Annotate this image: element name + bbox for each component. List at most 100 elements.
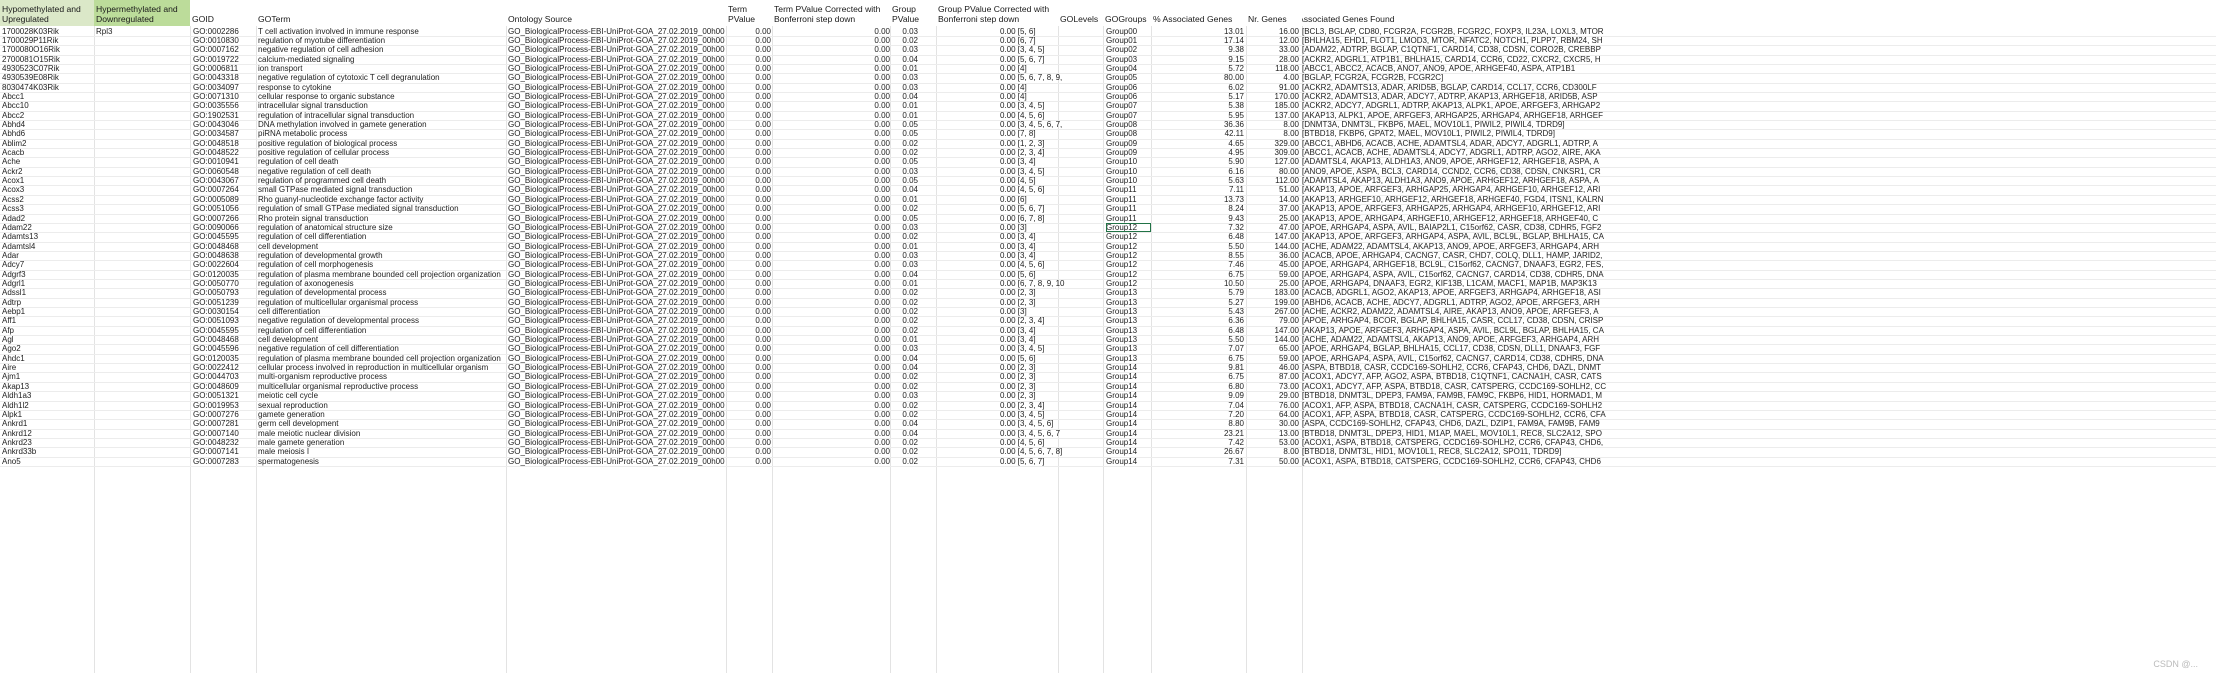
table-row[interactable]: Ankrd33b GO:0007141 male meiosis I GO_Biolo… — [0, 447, 2216, 456]
table-cell[interactable]: GO_BiologicalProcess-EBI-UniProt-GOA_27.… — [508, 83, 726, 92]
table-cell[interactable]: 7.31 — [1152, 457, 1244, 466]
table-cell[interactable]: 36.36 — [1152, 120, 1244, 129]
table-cell[interactable]: 23.21 — [1152, 429, 1244, 438]
table-row[interactable]: Ablim2 GO:0048518 positive regulation of b… — [0, 139, 2216, 148]
table-cell[interactable]: 0.00 — [727, 382, 771, 391]
table-cell[interactable]: 0.00 — [773, 204, 890, 213]
table-cell[interactable]: 0.00 — [773, 176, 890, 185]
table-cell[interactable]: 64.00 — [1246, 410, 1299, 419]
table-cell[interactable]: GO:0048232 — [193, 438, 253, 447]
table-cell[interactable]: 5.50 — [1152, 242, 1244, 251]
table-cell[interactable]: regulation of cell differentiation — [258, 326, 503, 335]
table-row[interactable]: Ago2 GO:0045596 negative regulation of cel… — [0, 344, 2216, 353]
table-cell[interactable]: 0.04 — [890, 270, 918, 279]
table-cell[interactable]: 0.00 — [727, 307, 771, 316]
table-cell[interactable]: 6.75 — [1152, 270, 1244, 279]
table-cell[interactable]: 51.00 — [1246, 185, 1299, 194]
table-cell[interactable] — [96, 419, 186, 428]
table-cell[interactable]: Ajm1 — [2, 372, 92, 381]
table-cell[interactable]: 0.00 [3, 4] — [1000, 251, 1103, 260]
table-cell[interactable]: GO_BiologicalProcess-EBI-UniProt-GOA_27.… — [508, 344, 726, 353]
table-cell[interactable] — [96, 195, 186, 204]
table-cell[interactable] — [96, 298, 186, 307]
table-cell[interactable]: 1700029P11Rik — [2, 36, 92, 45]
table-cell[interactable]: 0.03 — [890, 167, 918, 176]
table-cell[interactable]: 118.00 — [1246, 64, 1299, 73]
table-cell[interactable]: 87.00 — [1246, 372, 1299, 381]
table-cell[interactable]: 0.00 — [773, 438, 890, 447]
table-cell[interactable]: 0.00 [3, 4] — [1000, 242, 1103, 251]
table-cell[interactable]: 0.00 [6, 7, 8] — [1000, 214, 1103, 223]
table-row[interactable]: Abhd6 GO:0034587 piRNA metabolic process GO… — [0, 129, 2216, 138]
table-cell[interactable]: GO:0048518 — [193, 139, 253, 148]
table-cell[interactable]: [APOE, ARHGAP4, ASPA, AVIL, BAIAP2L1, C1… — [1302, 223, 2216, 232]
table-cell[interactable]: 5.95 — [1152, 111, 1244, 120]
table-row[interactable]: Ankrd1 GO:0007281 germ cell development GO_… — [0, 419, 2216, 428]
table-cell[interactable]: negative regulation of developmental pro… — [258, 316, 503, 325]
table-cell[interactable]: 0.00 — [773, 232, 890, 241]
table-cell[interactable]: 0.00 — [727, 316, 771, 325]
table-cell[interactable]: positive regulation of biological proces… — [258, 139, 503, 148]
table-cell[interactable]: GO_BiologicalProcess-EBI-UniProt-GOA_27.… — [508, 270, 726, 279]
table-cell[interactable]: 0.00 — [773, 185, 890, 194]
table-row[interactable]: Adam22 GO:0090066 regulation of anatomical… — [0, 222, 2216, 233]
table-cell[interactable]: 0.00 — [727, 363, 771, 372]
table-cell[interactable]: [ACHE, ADAM22, ADAMTSL4, AKAP13, ANO9, A… — [1302, 242, 2216, 251]
table-cell[interactable]: 0.00 — [727, 401, 771, 410]
table-cell[interactable]: 0.00 — [773, 335, 890, 344]
table-cell[interactable]: Acacb — [2, 148, 92, 157]
table-cell[interactable]: Abhd4 — [2, 120, 92, 129]
table-row[interactable]: Aire GO:0022412 cellular process involved … — [0, 363, 2216, 372]
column-header[interactable]: Nr. Genes — [1246, 0, 1302, 26]
table-cell[interactable]: Group14 — [1106, 401, 1151, 410]
table-cell[interactable]: GO_BiologicalProcess-EBI-UniProt-GOA_27.… — [508, 157, 726, 166]
table-cell[interactable]: 7.04 — [1152, 401, 1244, 410]
table-cell[interactable]: 0.00 — [773, 307, 890, 316]
table-cell[interactable]: [ACOX1, AFP, ASPA, BTBD18, CASR, CATSPER… — [1302, 410, 2216, 419]
table-cell[interactable]: [APOE, ARHGAP4, ARHGEF18, BCL9L, C15orf6… — [1302, 260, 2216, 269]
table-cell[interactable]: GO_BiologicalProcess-EBI-UniProt-GOA_27.… — [508, 307, 726, 316]
table-cell[interactable]: 6.48 — [1152, 232, 1244, 241]
table-row[interactable]: Ajm1 GO:0044703 multi-organism reproductiv… — [0, 372, 2216, 381]
table-cell[interactable]: Rho protein signal transduction — [258, 214, 503, 223]
table-cell[interactable]: 0.00 [5, 6, 7] — [1000, 55, 1103, 64]
table-cell[interactable]: 80.00 — [1152, 73, 1244, 82]
table-cell[interactable]: 8.00 — [1246, 120, 1299, 129]
table-cell[interactable]: regulation of developmental process — [258, 288, 503, 297]
table-row[interactable]: Ano5 GO:0007283 spermatogenesis GO_Biologic… — [0, 457, 2216, 466]
table-cell[interactable]: Group14 — [1106, 410, 1151, 419]
table-cell[interactable]: Group13 — [1106, 288, 1151, 297]
table-cell[interactable]: 7.11 — [1152, 185, 1244, 194]
table-cell[interactable]: 0.00 — [727, 410, 771, 419]
table-cell[interactable]: 0.00 — [773, 223, 890, 232]
table-cell[interactable] — [96, 410, 186, 419]
table-cell[interactable]: [APOE, ARHGAP4, DNAAF3, EGR2, KIF13B, L1… — [1302, 279, 2216, 288]
table-cell[interactable]: GO_BiologicalProcess-EBI-UniProt-GOA_27.… — [508, 92, 726, 101]
table-cell[interactable]: 65.00 — [1246, 344, 1299, 353]
table-cell[interactable]: 0.00 — [773, 157, 890, 166]
table-cell[interactable]: 0.00 [2, 3] — [1000, 382, 1103, 391]
table-cell[interactable]: regulation of anatomical structure size — [258, 223, 503, 232]
table-cell[interactable]: [APOE, ARHGAP4, ASPA, AVIL, C15orf62, CA… — [1302, 354, 2216, 363]
table-cell[interactable]: [ACHE, ADAM22, ADAMTSL4, AKAP13, ANO9, A… — [1302, 335, 2216, 344]
table-cell[interactable]: 0.00 [4, 5, 6] — [1000, 260, 1103, 269]
table-cell[interactable]: 0.00 — [727, 101, 771, 110]
table-cell[interactable]: [ADAM22, ADTRP, BGLAP, C1QTNF1, CARD14, … — [1302, 45, 2216, 54]
table-cell[interactable]: 0.00 — [773, 27, 890, 36]
table-cell[interactable]: 0.00 — [727, 344, 771, 353]
table-cell[interactable]: GO:0043046 — [193, 120, 253, 129]
table-cell[interactable]: [BTBD18, DNMT3L, DPEP3, HID1, M1AP, MAEL… — [1302, 429, 2216, 438]
table-cell[interactable]: 6.75 — [1152, 354, 1244, 363]
table-cell[interactable]: Adtrp — [2, 298, 92, 307]
table-cell[interactable]: GO_BiologicalProcess-EBI-UniProt-GOA_27.… — [508, 326, 726, 335]
table-cell[interactable]: 6.80 — [1152, 382, 1244, 391]
table-cell[interactable] — [96, 363, 186, 372]
table-cell[interactable]: 0.00 — [773, 363, 890, 372]
table-cell[interactable]: 0.04 — [890, 363, 918, 372]
table-cell[interactable]: GO_BiologicalProcess-EBI-UniProt-GOA_27.… — [508, 401, 726, 410]
table-cell[interactable]: 0.00 — [773, 129, 890, 138]
table-cell[interactable]: 0.00 [3] — [1000, 223, 1103, 232]
table-cell[interactable]: 0.02 — [890, 298, 918, 307]
table-cell[interactable]: Aff1 — [2, 316, 92, 325]
table-cell[interactable]: 0.02 — [890, 204, 918, 213]
